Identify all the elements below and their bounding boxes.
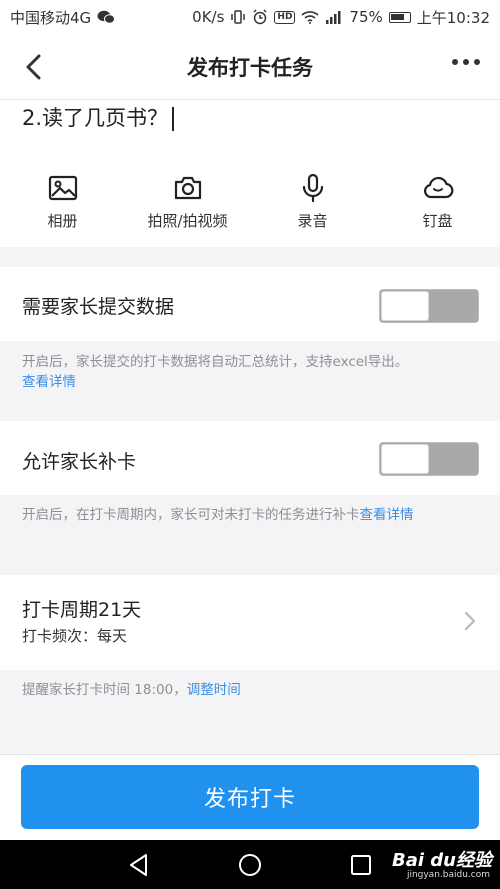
- wechat-icon: [97, 10, 116, 24]
- record-label: 录音: [297, 212, 328, 230]
- status-bar: 中国移动4G 0K/s HD 75% 上午10:32: [0, 0, 500, 34]
- dingpan-button[interactable]: 钉盘: [375, 172, 500, 231]
- image-icon: [48, 175, 77, 201]
- camera-label: 拍照/拍视频: [147, 212, 228, 230]
- vibrate-icon: [231, 10, 246, 24]
- wifi-icon: [301, 11, 319, 24]
- toggle-knob: [381, 444, 429, 474]
- adjust-time-link[interactable]: 调整时间: [187, 682, 241, 698]
- watermark-url: jingyan.baidu.com: [406, 870, 490, 880]
- submit-data-row: 需要家长提交数据: [0, 267, 500, 341]
- toggle-knob: [381, 291, 429, 321]
- makeup-toggle[interactable]: [379, 442, 479, 476]
- network-speed: 0K/s: [192, 8, 225, 26]
- section-divider: [0, 247, 500, 267]
- back-triangle-icon[interactable]: [128, 853, 150, 877]
- submit-data-label: 需要家长提交数据: [22, 296, 175, 318]
- signal-icon: [326, 11, 341, 24]
- album-label: 相册: [47, 212, 78, 230]
- reminder-hint: 提醒家长打卡时间 18:00，调整时间: [22, 680, 482, 700]
- cloud-icon: [423, 176, 453, 199]
- makeup-details-link[interactable]: 查看详情: [360, 507, 414, 523]
- battery-icon: [388, 11, 411, 23]
- page-title: 发布打卡任务: [187, 55, 313, 80]
- home-circle-icon[interactable]: [238, 853, 262, 877]
- footer: 发布打卡: [0, 754, 500, 840]
- record-button[interactable]: 录音: [250, 172, 375, 231]
- alarm-icon: [253, 9, 267, 25]
- publish-button[interactable]: 发布打卡: [21, 765, 479, 829]
- chevron-right-icon: [464, 611, 476, 631]
- makeup-hint-text: 开启后，在打卡周期内，家长可对未打卡的任务进行补卡: [22, 507, 360, 523]
- text-cursor: [172, 107, 174, 131]
- cycle-row[interactable]: 打卡周期21天 打卡频次：每天: [0, 575, 500, 670]
- submit-data-hint-text: 开启后，家长提交的打卡数据将自动汇总统计，支持excel导出。: [22, 354, 409, 370]
- system-navigation-bar: Bai du经验 jingyan.baidu.com: [0, 840, 500, 889]
- makeup-hint-area: 开启后，在打卡周期内，家长可对未打卡的任务进行补卡查看详情: [0, 495, 500, 575]
- cycle-title: 打卡周期21天: [22, 599, 142, 621]
- reminder-area: 提醒家长打卡时间 18:00，调整时间: [0, 670, 500, 754]
- watermark-brand: Bai du经验: [391, 850, 492, 871]
- reminder-text: 提醒家长打卡时间 18:00，: [22, 682, 187, 698]
- navigation-bar: 发布打卡任务: [0, 34, 500, 100]
- task-editor: 2.读了几页书？ 相册 拍照/拍视频 录音 钉盘: [0, 100, 500, 247]
- camera-button[interactable]: 拍照/拍视频: [125, 172, 250, 231]
- submit-data-toggle[interactable]: [379, 289, 479, 323]
- recents-square-icon[interactable]: [350, 854, 372, 876]
- battery-percent: 75%: [349, 8, 383, 26]
- submit-data-hint-area: 开启后，家长提交的打卡数据将自动汇总统计，支持excel导出。 查看详情: [0, 341, 500, 421]
- makeup-label: 允许家长补卡: [22, 451, 137, 473]
- carrier-label: 中国移动4G: [10, 8, 92, 27]
- submit-data-details-link[interactable]: 查看详情: [22, 374, 76, 390]
- makeup-row: 允许家长补卡: [0, 421, 500, 495]
- camera-icon: [174, 176, 201, 200]
- hd-icon: HD: [274, 10, 296, 24]
- back-arrow-icon[interactable]: [18, 50, 52, 84]
- clock: 上午10:32: [416, 8, 490, 27]
- submit-data-hint: 开启后，家长提交的打卡数据将自动汇总统计，支持excel导出。 查看详情: [22, 352, 482, 392]
- album-button[interactable]: 相册: [0, 172, 125, 231]
- attachment-toolbar: 相册 拍照/拍视频 录音 钉盘: [0, 172, 500, 231]
- more-options-icon[interactable]: [452, 59, 480, 65]
- task-input[interactable]: 2.读了几页书？: [22, 102, 174, 132]
- microphone-icon: [302, 173, 323, 203]
- makeup-hint: 开启后，在打卡周期内，家长可对未打卡的任务进行补卡查看详情: [22, 505, 482, 525]
- dingpan-label: 钉盘: [422, 212, 453, 230]
- cycle-frequency: 打卡频次：每天: [22, 627, 128, 645]
- task-input-text: 2.读了几页书？: [22, 106, 169, 130]
